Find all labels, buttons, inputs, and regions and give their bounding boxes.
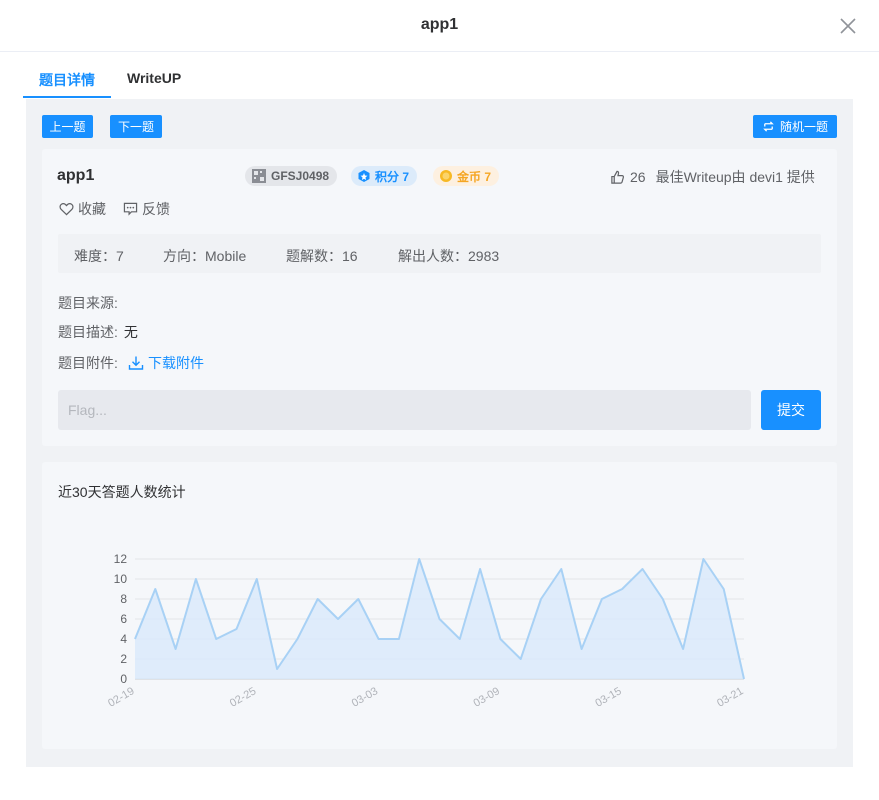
x-tick-label: 03-03 [350,685,380,709]
random-problem-label: 随机一题 [779,120,828,134]
x-tick-label: 02-19 [106,685,136,709]
likes-count: 26 [630,169,646,185]
tab-problem-details[interactable]: 题目详情 [39,70,95,90]
heart-icon [59,203,74,216]
favorite-button[interactable]: 收藏 [59,199,106,219]
close-icon[interactable] [838,16,858,36]
y-tick-label: 6 [120,612,127,626]
source-label: 题目来源: [58,295,118,311]
x-tick-label: 03-15 [593,685,623,709]
submit-button[interactable]: 提交 [761,390,821,430]
qr-icon [252,169,266,183]
favorite-label: 收藏 [78,201,106,217]
x-tick-label: 02-25 [228,685,258,709]
download-attachment-link[interactable]: 下载附件 [128,353,204,373]
prev-problem-button[interactable]: 上一题 [42,115,93,138]
random-problem-button[interactable]: 随机一题 [753,115,837,138]
shuffle-icon [763,121,774,132]
y-tick-label: 12 [114,552,128,566]
problem-id: GFSJ0498 [271,169,330,183]
thumbs-up-icon[interactable] [610,170,625,185]
download-label: 下载附件 [148,355,204,371]
writeups-stat: 题解数：16 [286,248,358,264]
likes-info: 26 最佳Writeup由 devi1 提供 [610,167,815,187]
feedback-icon [123,202,138,216]
x-tick-label: 03-09 [472,685,502,709]
y-tick-label: 0 [120,672,127,686]
difficulty-stat: 难度：7 [74,248,124,264]
next-problem-button[interactable]: 下一题 [110,115,162,138]
tab-writeup[interactable]: WriteUP [127,70,181,86]
points-icon [358,170,370,182]
daily-solvers-chart: 0 2 4 6 8 10 12 02-19 02-25 03-03 03-09 03-15 03-21 [106,552,745,710]
description-row: 题目描述: 无 [58,322,138,342]
points-label: 积分 7 [375,169,410,184]
tab-bar: 题目详情 WriteUP [23,52,853,99]
points-badge: 积分 7 [351,166,418,186]
solvers-stat: 解出人数：2983 [398,248,500,264]
chart-title: 近30天答题人数统计 [58,484,186,500]
download-icon [128,356,144,370]
problem-stats: 难度：7 方向：Mobile 题解数：16 解出人数：2983 [58,234,821,273]
y-tick-label: 4 [120,632,127,646]
description-label: 题目描述: [58,324,118,340]
y-tick-label: 8 [120,592,127,606]
coins-label: 金币 7 [457,169,492,184]
x-tick-label: 03-21 [715,685,745,709]
dialog-title: app1 [420,16,459,33]
active-tab-indicator [23,96,111,98]
problem-name: app1 [57,167,95,184]
flag-input[interactable] [58,390,751,430]
description-value: 无 [123,324,138,340]
dialog-header: app1 [0,0,879,52]
problem-id-badge: GFSJ0498 [245,166,338,186]
coins-badge: 金币 7 [433,166,500,186]
attachment-label: 题目附件: [58,355,118,371]
feedback-label: 反馈 [142,201,170,217]
direction-stat: 方向：Mobile [163,248,247,264]
best-writeup-text: 最佳Writeup由 devi1 提供 [655,169,815,185]
coin-icon [440,170,452,182]
y-tick-label: 10 [114,572,128,586]
y-tick-label: 2 [120,652,127,666]
feedback-button[interactable]: 反馈 [123,199,170,219]
